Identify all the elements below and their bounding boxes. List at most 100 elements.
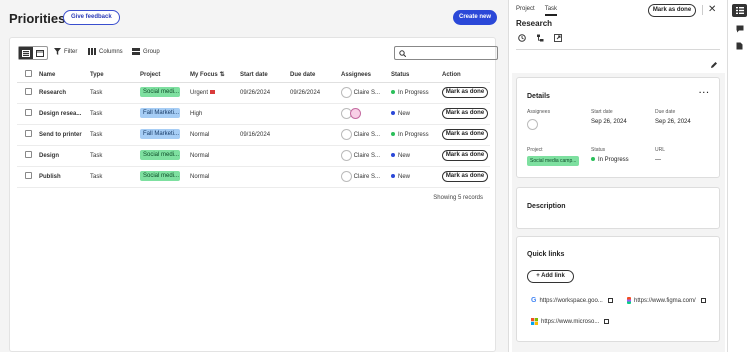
task-assignee-cell[interactable]: Claire S... <box>339 145 389 167</box>
avatar[interactable] <box>341 129 352 140</box>
task-name[interactable]: Send to printer <box>37 124 88 146</box>
task-start-date <box>238 166 288 188</box>
quick-link-url[interactable]: https://www.figma.com/ <box>634 298 696 304</box>
copy-icon[interactable] <box>700 298 706 303</box>
rail-details-icon[interactable] <box>732 4 747 17</box>
group-button[interactable]: Group <box>132 48 160 55</box>
table-row[interactable]: Design Task Social medi... Normal Claire S.… <box>17 145 490 167</box>
status-dot <box>391 131 395 136</box>
project-tag[interactable]: Social medi... <box>140 86 180 97</box>
select-all-header[interactable] <box>17 68 37 83</box>
column-header-name[interactable]: Name <box>37 68 88 83</box>
task-assignee-cell[interactable] <box>339 103 389 125</box>
rail-comments-icon[interactable] <box>732 22 747 35</box>
tab-task[interactable]: Task <box>544 6 558 16</box>
give-feedback-button[interactable]: Give feedback <box>63 10 120 25</box>
panel-title: Research <box>516 19 553 28</box>
row-checkbox[interactable] <box>25 151 32 158</box>
status-text: In Progress <box>598 157 629 163</box>
quick-link-microsoft[interactable]: https://www.microso... <box>531 318 610 325</box>
column-header-my-focus[interactable]: My Focus ⇅ <box>188 68 238 83</box>
quick-link-figma[interactable]: https://www.figma.com/ <box>627 297 706 304</box>
row-checkbox[interactable] <box>25 172 32 179</box>
project-tag[interactable]: Fall Marketi... <box>140 107 180 118</box>
column-header-due-date[interactable]: Due date <box>288 68 339 83</box>
task-focus-cell[interactable]: Normal <box>188 166 238 188</box>
project-tag[interactable]: Social medi... <box>140 170 180 181</box>
copy-icon[interactable] <box>607 298 613 303</box>
rail-document-icon[interactable] <box>732 39 747 52</box>
mark-as-done-button[interactable]: Mark as done <box>442 108 488 119</box>
quick-link-url[interactable]: https://www.microso... <box>541 319 599 325</box>
create-new-button[interactable]: Create new <box>453 10 497 25</box>
search-input[interactable] <box>394 46 498 60</box>
table-row[interactable]: Design resea... Task Fall Marketi... High Ne… <box>17 103 490 125</box>
column-header-status[interactable]: Status <box>389 68 440 83</box>
task-focus-cell[interactable]: High <box>188 103 238 125</box>
task-name[interactable]: Design resea... <box>37 103 88 125</box>
project-tag[interactable]: Social media camp... <box>527 156 580 166</box>
row-select-cell[interactable] <box>17 145 37 167</box>
task-due-date <box>288 124 339 146</box>
flag-icon <box>210 89 216 94</box>
history-icon[interactable] <box>518 34 526 42</box>
row-checkbox[interactable] <box>25 130 32 137</box>
task-assignee-cell[interactable]: Claire S... <box>339 166 389 188</box>
copy-icon[interactable] <box>604 319 610 324</box>
row-checkbox[interactable] <box>25 88 32 95</box>
task-assignee-cell[interactable]: Claire S... <box>339 124 389 146</box>
task-focus-cell[interactable]: Normal <box>188 124 238 146</box>
url-label: URL <box>655 147 666 153</box>
task-name[interactable]: Publish <box>37 166 88 188</box>
task-name[interactable]: Research <box>37 82 88 104</box>
table-row[interactable]: Research Task Social medi... Urgent 09/26/20… <box>17 82 490 104</box>
row-select-cell[interactable] <box>17 166 37 188</box>
view-toggle[interactable] <box>18 46 48 60</box>
mark-as-done-button[interactable]: Mark as done <box>442 171 488 182</box>
mark-as-done-button[interactable]: Mark as done <box>442 87 488 98</box>
table-view-icon[interactable] <box>19 47 33 59</box>
hierarchy-icon[interactable] <box>536 34 544 42</box>
project-tag[interactable]: Social medi... <box>140 149 180 160</box>
columns-button[interactable]: Columns <box>88 48 123 55</box>
select-all-checkbox[interactable] <box>25 70 32 78</box>
avatar[interactable] <box>341 87 352 98</box>
project-tag[interactable]: Fall Marketi... <box>140 128 180 139</box>
task-action-cell: Mark as done <box>440 82 490 104</box>
quick-link-google[interactable]: G https://workspace.goo... <box>531 297 613 304</box>
table-row[interactable]: Publish Task Social medi... Normal Claire S… <box>17 166 490 188</box>
open-in-new-icon[interactable] <box>554 34 562 42</box>
row-select-cell[interactable] <box>17 82 37 104</box>
panel-mark-as-done-button[interactable]: Mark as done <box>648 4 696 17</box>
quick-link-url[interactable]: https://workspace.goo... <box>539 298 602 304</box>
task-action-cell: Mark as done <box>440 124 490 146</box>
task-focus-cell[interactable]: Urgent <box>188 82 238 104</box>
column-header-type[interactable]: Type <box>88 68 138 83</box>
avatar[interactable] <box>527 119 538 130</box>
column-header-project[interactable]: Project <box>138 68 188 83</box>
tab-project[interactable]: Project <box>516 6 535 16</box>
task-assignee-cell[interactable]: Claire S... <box>339 82 389 104</box>
avatar[interactable] <box>341 150 352 161</box>
close-icon[interactable]: ✕ <box>708 4 716 15</box>
row-select-cell[interactable] <box>17 124 37 146</box>
task-focus-cell[interactable]: Normal <box>188 145 238 167</box>
edit-icon[interactable] <box>710 61 718 69</box>
sort-icon[interactable]: ⇅ <box>220 72 225 78</box>
row-select-cell[interactable] <box>17 103 37 125</box>
calendar-view-icon[interactable] <box>33 47 47 59</box>
more-options-icon[interactable]: ··· <box>699 88 710 97</box>
filter-button[interactable]: Filter <box>54 48 77 55</box>
mark-as-done-button[interactable]: Mark as done <box>442 129 488 140</box>
my-focus-label: My Focus <box>190 72 218 79</box>
table-row[interactable]: Send to printer Task Fall Marketi... Normal… <box>17 124 490 146</box>
mark-as-done-button[interactable]: Mark as done <box>442 150 488 161</box>
task-name[interactable]: Design <box>37 145 88 167</box>
row-checkbox[interactable] <box>25 109 32 116</box>
column-header-assignees[interactable]: Assignees <box>339 68 389 83</box>
description-section[interactable]: Description <box>516 187 720 229</box>
column-header-start-date[interactable]: Start date <box>238 68 288 83</box>
avatar[interactable] <box>341 171 352 182</box>
avatar[interactable] <box>350 108 361 119</box>
add-link-button[interactable]: + Add link <box>527 270 574 283</box>
